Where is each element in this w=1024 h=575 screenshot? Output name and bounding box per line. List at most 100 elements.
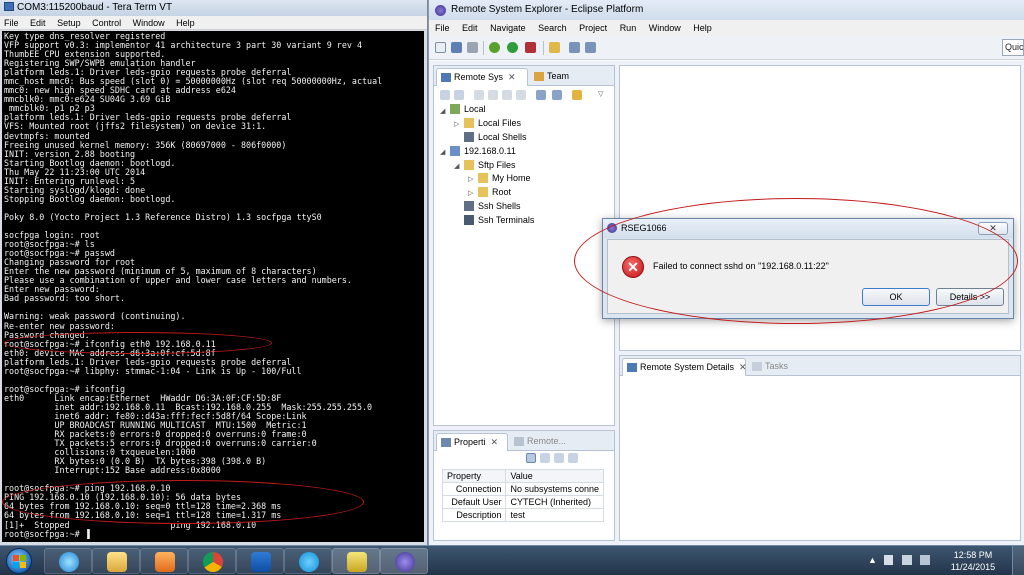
new-icon[interactable] (435, 42, 446, 53)
terminal-output[interactable]: Key type dns_resolver registered VFP supp… (2, 31, 424, 542)
eclipse-menu-file[interactable]: File (435, 23, 450, 33)
tab-remote-system-details[interactable]: Remote System Details ✕ (622, 358, 747, 376)
details-button[interactable]: Details >> (936, 288, 1004, 306)
eclipse-menu-edit[interactable]: Edit (462, 23, 478, 33)
taskbar-outlook[interactable] (236, 548, 284, 574)
eclipse-menu-navigate[interactable]: Navigate (490, 23, 526, 33)
table-row[interactable]: Description test (441, 508, 604, 522)
teraterm-menu-file[interactable]: File (4, 18, 19, 28)
windows-start-icon[interactable] (6, 548, 32, 574)
tab-remote[interactable]: Remote... (510, 433, 580, 451)
save-icon[interactable] (451, 42, 462, 53)
teraterm-window[interactable]: COM3:115200baud - Tera Term VT File Edit… (0, 0, 428, 545)
tab-properties[interactable]: Properti ✕ (436, 433, 508, 451)
tree-sftp-files[interactable]: Sftp Files (478, 159, 516, 171)
tree-local[interactable]: Local (464, 103, 486, 115)
collapse-all-icon[interactable] (536, 90, 546, 100)
tree-ssh-terminals[interactable]: Ssh Terminals (478, 214, 534, 226)
tree-root[interactable]: Root (492, 186, 511, 198)
taskbar-skype[interactable] (284, 548, 332, 574)
restore-icon[interactable] (554, 453, 564, 463)
close-icon[interactable]: ✕ (508, 72, 516, 82)
tree-local-shells[interactable]: Local Shells (478, 131, 527, 143)
terminal-line: Bad password: too short. (4, 293, 126, 304)
forward-icon[interactable] (488, 90, 498, 100)
taskbar-file-explorer[interactable] (92, 548, 140, 574)
refresh-icon[interactable] (516, 90, 526, 100)
eclipse-toolbar: Quic (429, 36, 1024, 60)
eclipse-menu-window[interactable]: Window (649, 23, 681, 33)
search-icon[interactable] (549, 42, 560, 53)
tree-host[interactable]: 192.168.0.11 (464, 145, 516, 157)
view-toolbar-icon-2[interactable] (454, 90, 464, 100)
chevron-right-icon[interactable]: ▷ (454, 120, 459, 128)
eclipse-menubar: File Edit Navigate Search Project Run Wi… (429, 20, 1024, 36)
tray-flag-icon[interactable] (884, 555, 893, 565)
taskbar-internet-explorer[interactable] (44, 548, 92, 574)
close-icon[interactable]: ✕ (739, 362, 747, 372)
chevron-right-icon[interactable]: ▷ (468, 175, 473, 183)
eclipse-menu-help[interactable]: Help (693, 23, 712, 33)
up-icon[interactable] (502, 90, 512, 100)
start-flag-blue (13, 562, 19, 568)
chrome-icon (203, 552, 223, 572)
tree-my-home[interactable]: My Home (492, 172, 531, 184)
show-desktop-button[interactable] (1012, 546, 1024, 575)
external-tools-icon[interactable] (525, 42, 536, 53)
table-row[interactable]: Default User CYTECH (Inherited) (441, 495, 604, 509)
dialog-close-button[interactable]: ✕ (978, 222, 1008, 235)
tray-expand-icon[interactable]: ▲ (868, 555, 877, 565)
chevron-down-icon[interactable]: ◢ (454, 162, 459, 170)
tree-local-files[interactable]: Local Files (478, 117, 521, 129)
eclipse-menu-search[interactable]: Search (538, 23, 567, 33)
chevron-right-icon[interactable]: ▷ (468, 189, 473, 197)
copy-icon[interactable] (568, 453, 578, 463)
table-row[interactable]: Connection No subsystems conne (441, 482, 604, 496)
forward-icon[interactable] (585, 42, 596, 53)
teraterm-menu-help[interactable]: Help (176, 18, 195, 28)
remote-system-details-view: Remote System Details ✕ Tasks (619, 355, 1021, 541)
back-icon[interactable] (474, 90, 484, 100)
teraterm-menu-window[interactable]: Window (133, 18, 165, 28)
header-property[interactable]: Property (441, 469, 507, 483)
print-icon[interactable] (467, 42, 478, 53)
teraterm-menu-control[interactable]: Control (92, 18, 121, 28)
debug-icon[interactable] (489, 42, 500, 53)
link-icon[interactable] (552, 90, 562, 100)
tab-remote-systems[interactable]: Remote Sys ✕ (436, 68, 528, 86)
dialog-titlebar[interactable]: RSEG1066 ✕ (603, 219, 1013, 238)
close-icon[interactable]: ✕ (491, 437, 499, 447)
eclipse-titlebar[interactable]: Remote System Explorer - Eclipse Platfor… (429, 0, 1024, 20)
tray-volume-icon[interactable] (920, 555, 930, 565)
chevron-down-icon[interactable]: ◢ (440, 148, 445, 156)
view-toolbar-icon-1[interactable] (440, 90, 450, 100)
filter-icon[interactable] (540, 453, 550, 463)
taskbar-teraterm[interactable] (332, 548, 380, 574)
new-connection-icon[interactable] (572, 90, 582, 100)
taskbar-media-player[interactable] (140, 548, 188, 574)
eclipse-menu-project[interactable]: Project (579, 23, 607, 33)
categories-icon[interactable] (526, 453, 536, 463)
tab-team[interactable]: Team (530, 68, 584, 86)
run-icon[interactable] (507, 42, 518, 53)
chevron-down-icon[interactable]: ◢ (440, 107, 445, 115)
quick-access-input[interactable]: Quic (1002, 39, 1024, 56)
taskbar-chrome[interactable] (188, 548, 236, 574)
teraterm-menu-edit[interactable]: Edit (30, 18, 46, 28)
taskbar-eclipse[interactable] (380, 548, 428, 574)
table-header-row: Property Value (441, 469, 604, 483)
teraterm-titlebar[interactable]: COM3:115200baud - Tera Term VT (0, 0, 427, 16)
tab-tasks[interactable]: Tasks (748, 358, 792, 376)
remote-systems-view: Remote Sys ✕ Team ▽ ◢ Local ▷ Local File… (433, 65, 615, 426)
back-icon[interactable] (569, 42, 580, 53)
ok-button[interactable]: OK (862, 288, 930, 306)
eclipse-menu-run[interactable]: Run (620, 23, 637, 33)
tree-ssh-shells[interactable]: Ssh Shells (478, 200, 521, 212)
tray-network-icon[interactable] (902, 555, 912, 565)
skype-icon (299, 552, 319, 572)
teraterm-menu-setup[interactable]: Setup (57, 18, 81, 28)
error-dialog[interactable]: RSEG1066 ✕ ✕ Failed to connect sshd on "… (602, 218, 1014, 319)
header-value[interactable]: Value (505, 469, 604, 483)
taskbar-clock[interactable]: 12:58 PM 11/24/2015 (948, 549, 998, 573)
view-menu-icon[interactable]: ▽ (598, 90, 603, 98)
